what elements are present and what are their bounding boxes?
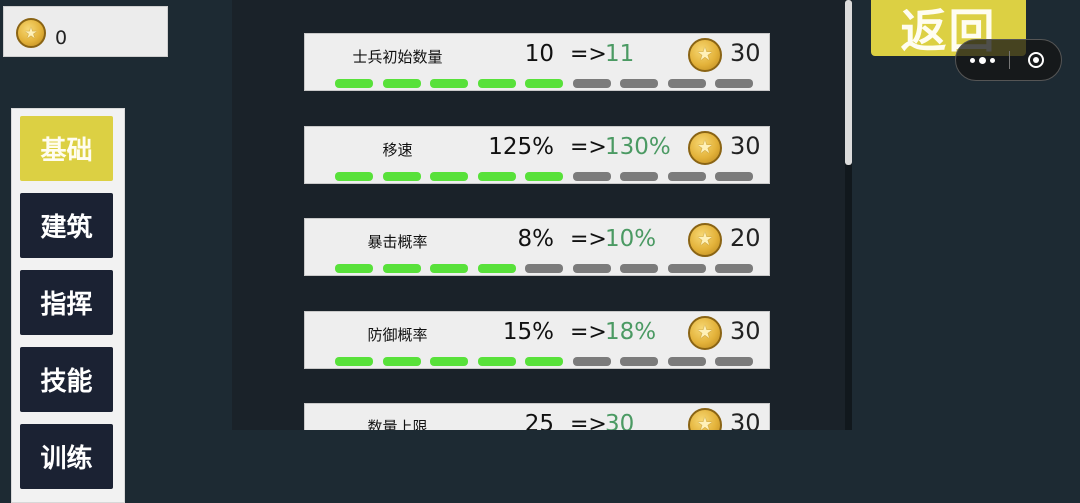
next-value: 30 <box>605 411 635 430</box>
level-pip <box>572 172 611 181</box>
level-pip <box>525 357 563 366</box>
level-pip <box>335 79 373 88</box>
tab-training[interactable]: 训练 <box>20 424 113 489</box>
level-pip <box>572 79 611 88</box>
category-tabs: 基础 建筑 指挥 技能 训练 <box>11 108 125 503</box>
level-pip <box>715 357 753 366</box>
coin-icon <box>688 316 722 350</box>
level-pip <box>667 264 706 273</box>
level-pip <box>382 264 421 273</box>
level-pip <box>525 172 563 181</box>
coin-amount: 0 <box>55 27 68 49</box>
level-pip <box>382 172 421 181</box>
coin-icon <box>688 131 722 165</box>
level-pip <box>572 264 611 273</box>
coin-icon <box>16 18 46 48</box>
coin-icon <box>688 38 722 72</box>
upgrade-name: 士兵初始数量 <box>352 48 443 66</box>
level-pip <box>335 264 373 273</box>
upgrade-cost: 30 <box>730 39 761 67</box>
level-pip <box>430 79 468 88</box>
tab-building[interactable]: 建筑 <box>20 193 113 258</box>
level-pip <box>335 357 373 366</box>
arrow: => <box>570 412 607 430</box>
tab-skill[interactable]: 技能 <box>20 347 113 412</box>
current-value: 8% <box>517 226 555 252</box>
next-value: 10% <box>605 226 657 252</box>
upgrade-cost: 30 <box>730 409 761 430</box>
coin-icon <box>688 408 722 430</box>
level-pip <box>620 264 658 273</box>
next-value: 130% <box>605 134 671 160</box>
level-pip <box>335 172 373 181</box>
level-pip <box>382 79 421 88</box>
close-button[interactable] <box>1010 40 1062 80</box>
more-button[interactable] <box>956 40 1009 80</box>
upgrade-list[interactable]: 士兵初始数量 10 => 11 30 移速 125% => 130% 30 暴击… <box>232 0 845 430</box>
upgrade-name: 防御概率 <box>367 326 428 344</box>
tab-basic[interactable]: 基础 <box>20 116 113 181</box>
level-pip <box>620 79 658 88</box>
menu-capsule <box>955 39 1062 81</box>
current-value: 15% <box>502 319 554 345</box>
scroll-thumb[interactable] <box>845 0 852 165</box>
current-value: 125% <box>488 134 554 160</box>
upgrade-row[interactable]: 防御概率 15% => 18% 30 <box>304 311 770 369</box>
level-pip <box>715 79 753 88</box>
level-pip <box>667 172 706 181</box>
upgrade-row[interactable]: 暴击概率 8% => 10% 20 <box>304 218 770 276</box>
level-pip <box>477 172 516 181</box>
more-icon-dot <box>990 57 995 63</box>
coin-icon <box>688 223 722 257</box>
upgrade-cost: 30 <box>730 317 761 345</box>
upgrade-cost: 20 <box>730 224 761 252</box>
upgrade-name: 暴击概率 <box>367 233 428 251</box>
level-pip <box>525 264 563 273</box>
level-pip <box>430 264 468 273</box>
level-pip <box>477 357 516 366</box>
next-value: 18% <box>605 319 657 345</box>
upgrade-cost: 30 <box>730 132 761 160</box>
level-pip <box>477 79 516 88</box>
level-pip <box>430 172 468 181</box>
coin-counter: 0 <box>3 6 168 57</box>
scrollbar[interactable] <box>845 0 852 430</box>
upgrade-name: 数量上限 <box>367 418 428 430</box>
level-pip <box>667 357 706 366</box>
tab-command[interactable]: 指挥 <box>20 270 113 335</box>
upgrade-row[interactable]: 士兵初始数量 10 => 11 30 <box>304 33 770 91</box>
current-value: 25 <box>524 411 554 430</box>
arrow: => <box>570 320 607 345</box>
more-icon <box>970 57 975 63</box>
upgrade-row[interactable]: 数量上限 25 => 30 30 <box>304 403 770 430</box>
upgrade-name: 移速 <box>382 141 413 159</box>
level-pip <box>620 357 658 366</box>
level-pip <box>382 357 421 366</box>
arrow: => <box>570 227 607 252</box>
upgrade-row[interactable]: 移速 125% => 130% 30 <box>304 126 770 184</box>
level-pip <box>667 79 706 88</box>
next-value: 11 <box>605 41 635 67</box>
level-pip <box>572 357 611 366</box>
level-pip <box>430 357 468 366</box>
level-pip <box>715 264 753 273</box>
level-pip <box>715 172 753 181</box>
level-pip <box>620 172 658 181</box>
arrow: => <box>570 135 607 160</box>
more-icon-dot <box>979 56 986 64</box>
current-value: 10 <box>524 41 554 67</box>
level-pip <box>477 264 516 273</box>
close-target-icon <box>1028 52 1044 68</box>
arrow: => <box>570 42 607 67</box>
level-pip <box>525 79 563 88</box>
